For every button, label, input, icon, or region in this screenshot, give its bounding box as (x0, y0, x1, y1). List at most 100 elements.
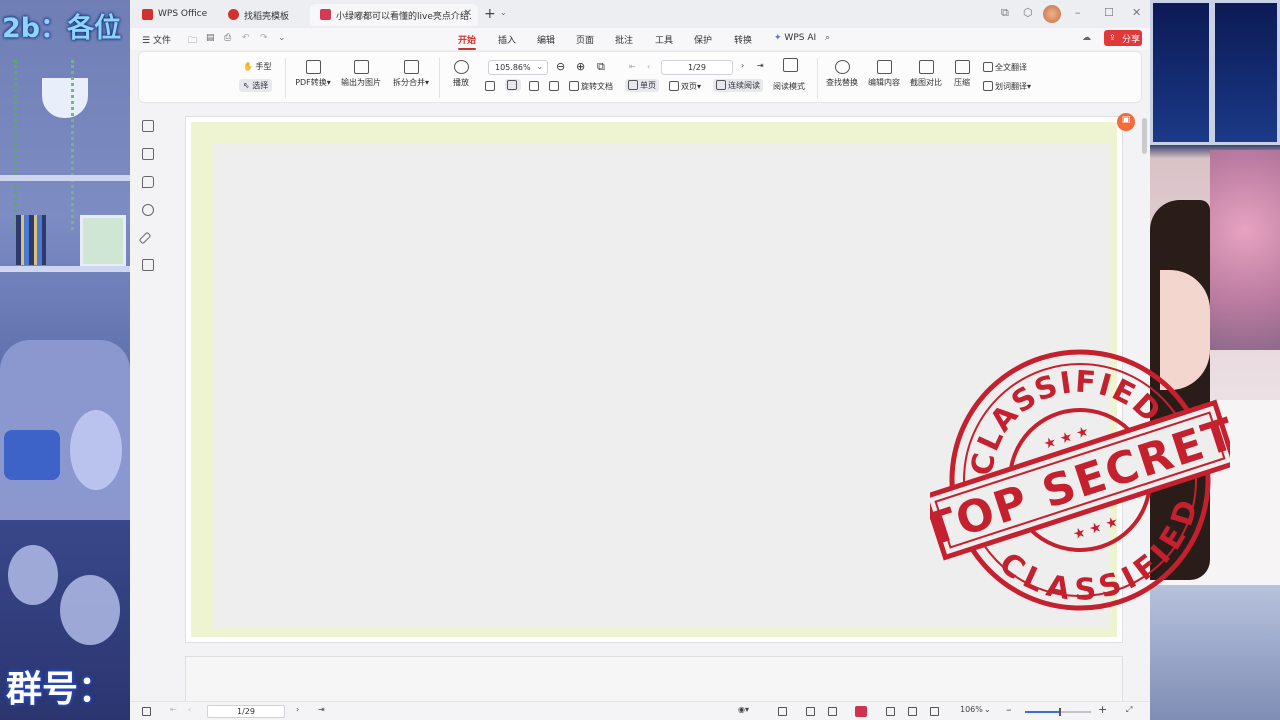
menu-convert[interactable]: 转换 (734, 33, 752, 46)
expand-icon[interactable]: ⤢ (1126, 705, 1132, 715)
share-label: 分享 (1122, 35, 1141, 45)
menu-annotate[interactable]: 批注 (615, 33, 633, 46)
dropdown-arrow-icon: ▾ (424, 78, 429, 87)
eye-icon[interactable]: ◉▾ (738, 705, 749, 714)
multi-window-icon[interactable]: ⧉ (1001, 6, 1009, 20)
attachment-icon[interactable] (142, 204, 154, 216)
menu-page[interactable]: 页面 (576, 33, 594, 46)
rotate-doc-button[interactable]: 旋转文档 (569, 81, 613, 92)
edit-content-button[interactable]: 编辑内容 (865, 60, 903, 88)
thumbnail-icon[interactable] (142, 148, 154, 160)
tab-wps-office[interactable]: WPS Office (132, 4, 214, 26)
next-page-icon[interactable]: › (741, 61, 744, 70)
stream-overlay-text: 2b：各位 (2, 13, 122, 44)
zoom-in-icon[interactable]: + (1098, 703, 1107, 716)
fit-width-icon[interactable] (778, 707, 787, 716)
sidebar-toggle-icon[interactable] (142, 707, 151, 716)
picture-frame (80, 215, 126, 267)
vertical-scrollbar[interactable] (1142, 118, 1147, 154)
hand-tool-button[interactable]: ✋ 手型 (243, 61, 272, 72)
tab-list-chevron-icon[interactable]: ⌄ (500, 8, 507, 17)
first-page-icon[interactable]: ⇤ (170, 705, 177, 714)
export-image-button[interactable]: 输出为图片 (339, 60, 383, 88)
fit-screen-icon[interactable] (886, 707, 895, 716)
zoom-out-icon[interactable]: ⊖ (556, 60, 565, 73)
comment-icon[interactable] (142, 176, 154, 188)
quick-access-chevron-icon[interactable]: ⌄ (278, 33, 286, 43)
zoom-slider-knob[interactable] (1059, 708, 1061, 716)
close-tab-icon[interactable]: ✕ (464, 8, 472, 19)
screenshot-compare-button[interactable]: 截图对比 (907, 60, 945, 88)
zoom-slider[interactable] (1025, 708, 1091, 716)
select-tool-button[interactable]: ⇖ 选择 (239, 79, 273, 92)
single-page-view-icon[interactable] (806, 707, 815, 716)
redo-icon[interactable]: ↷ (260, 33, 268, 43)
next-page-icon[interactable]: › (296, 705, 299, 714)
reading-book-icon[interactable] (781, 58, 799, 75)
menu-tools[interactable]: 工具 (655, 33, 673, 46)
zoom-percent[interactable]: 106% (960, 705, 983, 714)
close-window-icon[interactable]: ✕ (1132, 6, 1141, 19)
menu-wps-ai[interactable]: ✦ WPS AI (774, 33, 816, 43)
layers-icon[interactable] (142, 259, 154, 271)
last-page-icon[interactable]: ⇥ (757, 61, 764, 70)
present-icon[interactable] (855, 706, 867, 717)
find-replace-button[interactable]: 查找替换 (823, 60, 861, 88)
prev-page-icon[interactable]: ‹ (647, 62, 650, 71)
pdf-convert-button[interactable]: PDF转换▾ (293, 60, 333, 88)
double-page-button[interactable]: 双页▾ (669, 81, 701, 92)
single-page-button[interactable]: 单页 (625, 79, 659, 92)
maximize-icon[interactable]: ☐ (1104, 6, 1114, 19)
compress-button[interactable]: 压缩 (951, 60, 973, 88)
bookmark-icon[interactable] (142, 120, 154, 132)
divider (285, 58, 286, 98)
cube-icon[interactable]: ⬡ (1023, 6, 1033, 19)
minimize-icon[interactable]: – (1075, 6, 1081, 19)
view-icon-4[interactable] (549, 81, 561, 91)
tab-docer[interactable]: 找稻壳模板 (218, 4, 310, 26)
search-icon[interactable]: ⌕ (825, 33, 830, 43)
fit-icon[interactable]: ⧉ (597, 60, 605, 74)
page-number-input[interactable]: 1/29 (661, 60, 733, 75)
tab-pdf-document[interactable]: 小绿嘟都可以看懂的live亮点介绍. ✕ (310, 4, 478, 26)
floating-assistant-icon[interactable]: ▣ (1117, 113, 1135, 131)
menu-protect[interactable]: 保护 (694, 33, 712, 46)
share-button[interactable]: ⇪ 分享 (1104, 30, 1142, 46)
new-tab-icon[interactable]: + (484, 6, 496, 22)
chevron-down-icon: ⌄ (536, 62, 543, 71)
save-icon[interactable]: ▤ (206, 33, 215, 43)
status-page-input[interactable]: 1/29 (207, 705, 285, 718)
view-icon-1[interactable] (485, 81, 497, 91)
tab-label: WPS Office (158, 9, 208, 19)
menu-edit[interactable]: 编辑 (537, 33, 555, 46)
split-merge-button[interactable]: 拆分合并▾ (389, 60, 433, 88)
user-avatar[interactable] (1043, 5, 1061, 23)
play-button[interactable]: 播放 (449, 60, 473, 88)
open-folder-icon[interactable]: 🗀 (188, 33, 197, 49)
signature-icon[interactable] (138, 231, 152, 245)
pdf-icon (320, 9, 331, 20)
actual-size-icon[interactable] (908, 707, 917, 716)
full-translate-button[interactable]: 全文翻译 (983, 62, 1027, 73)
zoom-in-icon[interactable]: ⊕ (576, 60, 585, 73)
word-translate-button[interactable]: 划词翻译▾ (983, 81, 1031, 92)
first-page-icon[interactable]: ⇤ (629, 62, 636, 71)
undo-icon[interactable]: ↶ (242, 33, 250, 43)
menu-file[interactable]: ☰ 文件 (142, 33, 171, 46)
prev-page-icon[interactable]: ‹ (188, 705, 191, 714)
print-icon[interactable]: ⎙ (224, 33, 231, 43)
menu-insert[interactable]: 插入 (498, 33, 516, 46)
view-icon-2[interactable] (505, 79, 521, 91)
zoom-out-icon[interactable]: – (1006, 703, 1012, 716)
continuous-reading-button[interactable]: 连续阅读 (713, 79, 763, 92)
fullscreen-icon[interactable] (930, 707, 939, 716)
last-page-icon[interactable]: ⇥ (318, 705, 325, 714)
zoom-select[interactable]: 105.86% ⌄ (488, 60, 548, 75)
double-page-view-icon[interactable] (828, 707, 837, 716)
split-merge-label: 拆分合并 (392, 78, 425, 87)
view-icon-3[interactable] (529, 81, 541, 91)
menu-home[interactable]: 开始 (458, 33, 477, 50)
reading-mode-button[interactable]: 阅读模式 (773, 81, 805, 92)
cloud-icon[interactable]: ☁ (1082, 33, 1091, 43)
zoom-dropdown-icon[interactable]: ⌄ (984, 705, 991, 714)
